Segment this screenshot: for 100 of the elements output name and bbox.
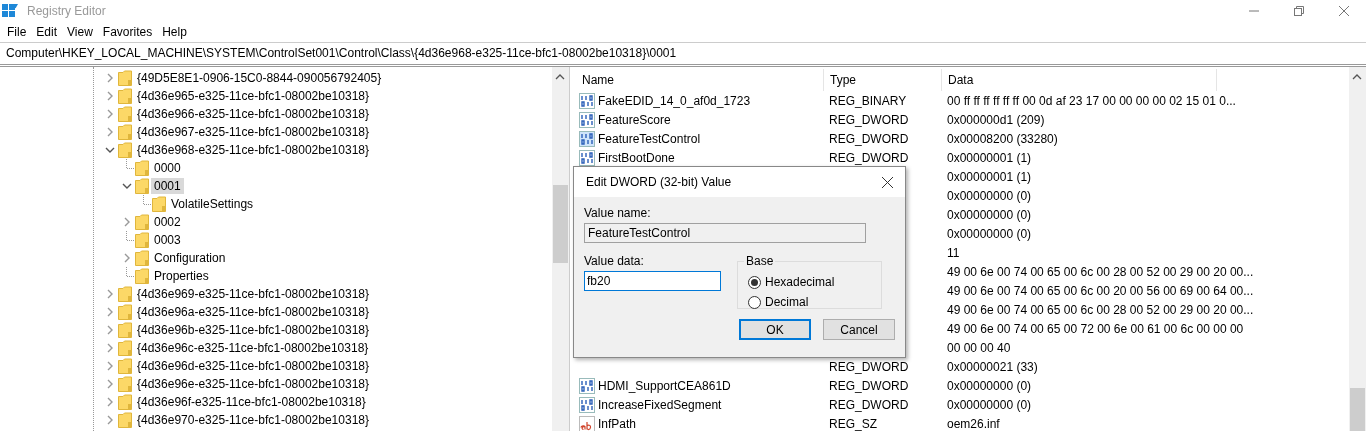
folder-icon: [118, 304, 132, 320]
value-data: 0x00000000 (0): [947, 188, 1032, 203]
tree-item[interactable]: 0000: [151, 160, 184, 176]
folder-icon: [135, 232, 149, 248]
value-name-field[interactable]: FeatureTestControl: [584, 223, 866, 243]
column-header[interactable]: Type: [824, 69, 942, 91]
chevron-down-icon[interactable]: [121, 182, 132, 190]
scrollbar[interactable]: [552, 67, 569, 431]
column-header[interactable]: Name: [576, 69, 824, 91]
address-field[interactable]: Computer\HKEY_LOCAL_MACHINE\SYSTEM\ControlSet001\Control\Class\{4d36e968-e325-11ce-bfc1-08002be10318}\0001: [0, 43, 1366, 64]
chevron-down-icon[interactable]: [104, 146, 115, 154]
tree-item[interactable]: {4d36e96c-e325-11ce-bfc1-08002be10318}: [134, 340, 372, 356]
value-data: 0x00000000 (0): [947, 207, 1032, 222]
value-type: REG_DWORD: [829, 397, 909, 412]
tree-item[interactable]: {4d36e96e-e325-11ce-bfc1-08002be10318}: [134, 376, 372, 392]
menu-item[interactable]: Edit: [31, 25, 63, 39]
dialog-button[interactable]: Cancel: [823, 319, 895, 340]
column-header[interactable]: Data: [942, 69, 1217, 91]
menu-item[interactable]: Favorites: [97, 25, 158, 39]
folder-icon: [152, 196, 166, 212]
menu-item[interactable]: View: [62, 25, 98, 39]
folder-icon: [118, 142, 132, 158]
value-data: oem26.inf: [947, 416, 1000, 431]
chevron-right-icon[interactable]: [105, 73, 114, 83]
value-data: 49 00 6e 00 74 00 65 00 6c 00 28 00 52 00 29 00 20 00...: [947, 302, 1254, 317]
tree-item[interactable]: {4d36e969-e325-11ce-bfc1-08002be10318}: [134, 286, 372, 302]
tree-item[interactable]: {4d36e967-e325-11ce-bfc1-08002be10318}: [134, 124, 372, 140]
tree-item[interactable]: {4d36e970-e325-11ce-bfc1-08002be10318}: [134, 412, 372, 428]
chevron-right-icon[interactable]: [122, 253, 131, 263]
chevron-right-icon[interactable]: [105, 361, 114, 371]
registry-icon: [2, 4, 18, 18]
value-data-field[interactable]: fb20: [584, 271, 721, 291]
tree-item[interactable]: {4d36e968-e325-11ce-bfc1-08002be10318}: [134, 142, 372, 158]
value-type: REG_DWORD: [829, 112, 909, 127]
tree-connector-icon: [126, 231, 135, 241]
value-name[interactable]: FirstBootDone: [598, 150, 675, 165]
value-type: REG_DWORD: [829, 378, 909, 393]
menu-item[interactable]: File: [2, 25, 32, 39]
tree-item[interactable]: {4d36e96b-e325-11ce-bfc1-08002be10318}: [134, 322, 372, 338]
value-data: 0x00000000 (0): [947, 378, 1032, 393]
value-data: 11: [947, 245, 960, 260]
chevron-right-icon[interactable]: [105, 289, 114, 299]
value-name[interactable]: HDMI_SupportCEA861D: [598, 378, 731, 393]
close-icon[interactable]: [882, 176, 893, 188]
chevron-right-icon[interactable]: [105, 379, 114, 389]
value-name[interactable]: FeatureScore: [598, 112, 671, 127]
tree-connector-icon: [143, 195, 152, 205]
chevron-right-icon[interactable]: [105, 397, 114, 407]
value-type: REG_DWORD: [829, 131, 909, 146]
value-data: 0x00008200 (33280): [947, 131, 1058, 146]
chevron-right-icon[interactable]: [105, 109, 114, 119]
folder-icon: [118, 124, 132, 140]
folder-icon: [118, 394, 132, 410]
field-label: Value name:: [584, 206, 652, 220]
scrollbar-thumb[interactable]: [553, 185, 568, 263]
tree-item[interactable]: 0001: [151, 178, 184, 194]
restore-icon[interactable]: [1293, 6, 1304, 16]
tree-item[interactable]: {49D5E8E1-0906-15C0-8844-090056792405}: [134, 70, 385, 86]
radio-label[interactable]: Decimal: [765, 295, 809, 309]
value-type: REG_BINARY: [829, 93, 907, 108]
menu-item[interactable]: Help: [157, 25, 192, 39]
radio-label[interactable]: Hexadecimal: [765, 275, 835, 289]
tree-item[interactable]: Properties: [151, 268, 212, 284]
value-data: 0x00000001 (1): [947, 169, 1032, 184]
value-data: 00 ff ff ff ff ff ff 00 0d af 23 17 00 00 00 00 02 15 01 0...: [947, 93, 1236, 108]
folder-icon: [118, 70, 132, 86]
tree-item[interactable]: VolatileSettings: [168, 196, 257, 212]
tree-item[interactable]: 0002: [151, 214, 184, 230]
value-data: 0x00000000 (0): [947, 397, 1032, 412]
chevron-right-icon[interactable]: [105, 415, 114, 425]
value-data: 00 00 00 40: [947, 340, 1011, 355]
tree-item[interactable]: Configuration: [151, 250, 229, 266]
chevron-right-icon[interactable]: [105, 91, 114, 101]
chevron-right-icon[interactable]: [105, 325, 114, 335]
tree-item[interactable]: {4d36e966-e325-11ce-bfc1-08002be10318}: [134, 106, 372, 122]
tree-item[interactable]: {4d36e96a-e325-11ce-bfc1-08002be10318}: [134, 304, 372, 320]
scrollbar-thumb[interactable]: [1350, 388, 1365, 431]
tree-connector-icon: [126, 159, 135, 169]
value-name[interactable]: IncreaseFixedSegment: [598, 397, 722, 412]
radio-button[interactable]: [748, 275, 761, 289]
tree-item[interactable]: {4d36e96d-e325-11ce-bfc1-08002be10318}: [134, 358, 372, 374]
scrollbar[interactable]: [1349, 67, 1366, 431]
group-label: Base: [745, 254, 775, 268]
value-name[interactable]: FeatureTestControl: [598, 131, 701, 146]
value-data: 49 00 6e 00 74 00 65 00 6c 00 20 00 56 00 69 00 64 00...: [947, 283, 1254, 298]
folder-icon: [118, 88, 132, 104]
tree-item[interactable]: 0003: [151, 232, 184, 248]
folder-icon: [135, 178, 149, 194]
folder-icon: [118, 376, 132, 392]
chevron-right-icon[interactable]: [122, 217, 131, 227]
dialog-button[interactable]: OK: [739, 319, 811, 340]
value-name[interactable]: InfPath: [598, 416, 637, 431]
tree-item[interactable]: {4d36e96f-e325-11ce-bfc1-08002be10318}: [134, 394, 369, 410]
chevron-right-icon[interactable]: [105, 127, 114, 137]
chevron-right-icon[interactable]: [105, 307, 114, 317]
value-type: REG_DWORD: [829, 150, 909, 165]
chevron-right-icon[interactable]: [105, 343, 114, 353]
tree-item[interactable]: {4d36e965-e325-11ce-bfc1-08002be10318}: [134, 88, 372, 104]
value-name[interactable]: FakeEDID_14_0_af0d_1723: [598, 93, 751, 108]
radio-button[interactable]: [748, 295, 761, 309]
